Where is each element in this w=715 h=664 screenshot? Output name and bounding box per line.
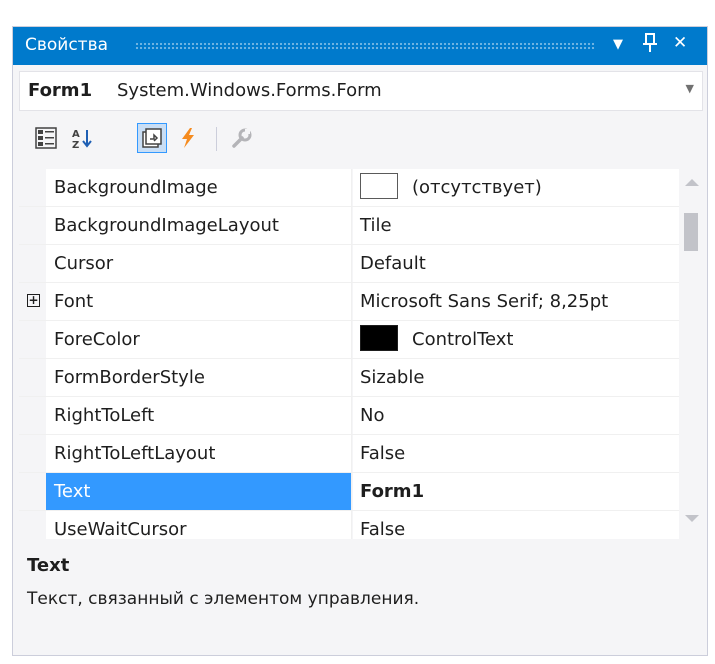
row-gutter <box>19 473 46 510</box>
categorized-icon <box>35 127 57 149</box>
alphabetical-button[interactable]: A Z <box>67 123 97 153</box>
property-row-righttoleft[interactable]: RightToLeft No <box>19 397 679 435</box>
window-title: Свойства <box>25 35 109 55</box>
object-name: Form1 <box>28 80 93 101</box>
description-pane: Text Текст, связанный с элементом управл… <box>19 545 703 649</box>
object-selector[interactable]: Form1 System.Windows.Forms.Form ▼ <box>19 71 703 111</box>
property-value[interactable]: (отсутствует) <box>353 169 679 206</box>
description-title: Text <box>27 555 70 576</box>
scroll-down-arrow-icon[interactable] <box>685 515 699 522</box>
property-row-righttoleftlayout[interactable]: RightToLeftLayout False <box>19 435 679 473</box>
row-gutter <box>19 397 46 434</box>
property-row-font[interactable]: + Font Microsoft Sans Serif; 8,25pt <box>19 283 679 321</box>
color-swatch <box>360 325 398 351</box>
properties-button[interactable] <box>137 123 167 153</box>
property-value[interactable]: False <box>353 435 679 472</box>
vertical-scrollbar[interactable] <box>679 169 703 539</box>
properties-titlebar[interactable]: Свойства ▼ ✕ <box>13 27 707 65</box>
pin-icon[interactable] <box>643 32 657 59</box>
scroll-up-arrow-icon[interactable] <box>685 179 699 186</box>
property-name[interactable]: UseWaitCursor <box>46 511 352 539</box>
description-text: Текст, связанный с элементом управления. <box>27 589 420 609</box>
titlebar-grip <box>135 42 595 50</box>
row-gutter <box>19 169 46 206</box>
row-gutter <box>19 321 46 358</box>
property-value[interactable]: Microsoft Sans Serif; 8,25pt <box>353 283 679 320</box>
properties-toolbar: A Z <box>19 119 703 159</box>
property-name[interactable]: FormBorderStyle <box>46 359 352 396</box>
property-name[interactable]: BackgroundImage <box>46 169 352 206</box>
window-menu-dropdown-icon[interactable]: ▼ <box>613 37 623 52</box>
row-gutter: + <box>19 283 46 320</box>
property-row-usewaitcursor[interactable]: UseWaitCursor False <box>19 511 679 539</box>
property-grid: BackgroundImage (отсутствует) Background… <box>19 169 679 539</box>
alphabetical-icon: A Z <box>72 129 92 149</box>
property-name[interactable]: RightToLeft <box>46 397 352 434</box>
close-icon[interactable]: ✕ <box>673 33 687 53</box>
chevron-down-icon[interactable]: ▼ <box>686 82 694 95</box>
property-value[interactable]: False <box>353 511 679 539</box>
properties-icon <box>142 128 162 148</box>
svg-text:A: A <box>72 129 80 140</box>
property-name[interactable]: Font <box>46 283 352 320</box>
categorized-button[interactable] <box>31 123 61 153</box>
property-value[interactable]: Sizable <box>353 359 679 396</box>
properties-window: Свойства ▼ ✕ Form1 System.Windows.Forms.… <box>12 26 708 656</box>
property-row-formborderstyle[interactable]: FormBorderStyle Sizable <box>19 359 679 397</box>
property-row-text[interactable]: Text Form1 <box>19 473 679 511</box>
property-name[interactable]: RightToLeftLayout <box>46 435 352 472</box>
property-name[interactable]: Text <box>46 473 352 510</box>
row-gutter <box>19 435 46 472</box>
property-value-text: (отсутствует) <box>412 177 542 198</box>
property-value-text: ControlText <box>412 329 514 350</box>
property-value[interactable]: Default <box>353 245 679 282</box>
events-button[interactable] <box>173 123 203 153</box>
row-gutter <box>19 207 46 244</box>
property-value[interactable]: Tile <box>353 207 679 244</box>
property-name[interactable]: ForeColor <box>46 321 352 358</box>
expand-plus-icon[interactable]: + <box>27 294 40 307</box>
svg-text:Z: Z <box>72 140 79 149</box>
toolbar-separator <box>216 127 217 151</box>
property-value[interactable]: ControlText <box>353 321 679 358</box>
property-name[interactable]: BackgroundImageLayout <box>46 207 352 244</box>
property-name[interactable]: Cursor <box>46 245 352 282</box>
row-gutter <box>19 245 46 282</box>
property-row-forecolor[interactable]: ForeColor ControlText <box>19 321 679 359</box>
row-gutter <box>19 359 46 396</box>
scrollbar-thumb[interactable] <box>684 213 698 251</box>
property-pages-button[interactable] <box>227 123 257 153</box>
property-row-backgroundimagelayout[interactable]: BackgroundImageLayout Tile <box>19 207 679 245</box>
property-pages-wrench-icon <box>232 128 252 148</box>
color-swatch <box>360 173 398 199</box>
property-value[interactable]: Form1 <box>353 473 679 510</box>
property-row-cursor[interactable]: Cursor Default <box>19 245 679 283</box>
events-lightning-icon <box>182 128 194 148</box>
object-type: System.Windows.Forms.Form <box>117 80 382 101</box>
row-gutter <box>19 511 46 539</box>
property-row-backgroundimage[interactable]: BackgroundImage (отсутствует) <box>19 169 679 207</box>
property-value[interactable]: No <box>353 397 679 434</box>
